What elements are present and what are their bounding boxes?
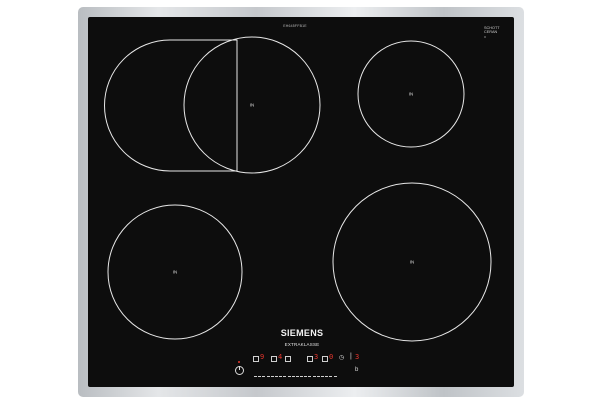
zone-label-bottom-left: IN	[172, 269, 178, 275]
display-digit-mid-left: 3	[314, 353, 319, 361]
display-bracket: |	[350, 353, 352, 360]
zone-label-top-left: IN	[249, 102, 255, 108]
badge-line-2: CERAN	[484, 30, 498, 35]
display-digit-mid-right: 0	[329, 353, 334, 361]
zone-select-icon-1[interactable]	[253, 356, 259, 362]
zone-label-top-right: IN	[408, 91, 414, 97]
zone-select-icon-5[interactable]	[322, 356, 328, 362]
power-icon[interactable]	[235, 366, 244, 375]
zone-label-bottom-right: IN	[409, 259, 415, 265]
zone-select-icon-3[interactable]	[285, 356, 291, 362]
zone-select-icon-2[interactable]	[271, 356, 277, 362]
timer-icon[interactable]: ◷	[339, 354, 344, 362]
zone-select-icon-4[interactable]	[307, 356, 313, 362]
badge-code: R	[484, 34, 487, 39]
slider-end-marker: b	[355, 367, 359, 373]
flex-zone-extension-outline	[104, 39, 238, 172]
power-indicator-dot	[238, 361, 240, 363]
product-line: EXTRAKLASSE	[284, 342, 320, 347]
brand-logo: SIEMENS	[280, 328, 324, 338]
display-digit-right: 3	[355, 353, 360, 361]
display-digit-center-left: 4	[278, 353, 283, 361]
model-code: EH645FFB1E	[283, 24, 307, 28]
schott-ceran-badge: SCHOTT CERAN R	[484, 26, 500, 39]
touch-slider[interactable]	[254, 368, 346, 378]
display-digit-left: 9	[260, 353, 265, 361]
